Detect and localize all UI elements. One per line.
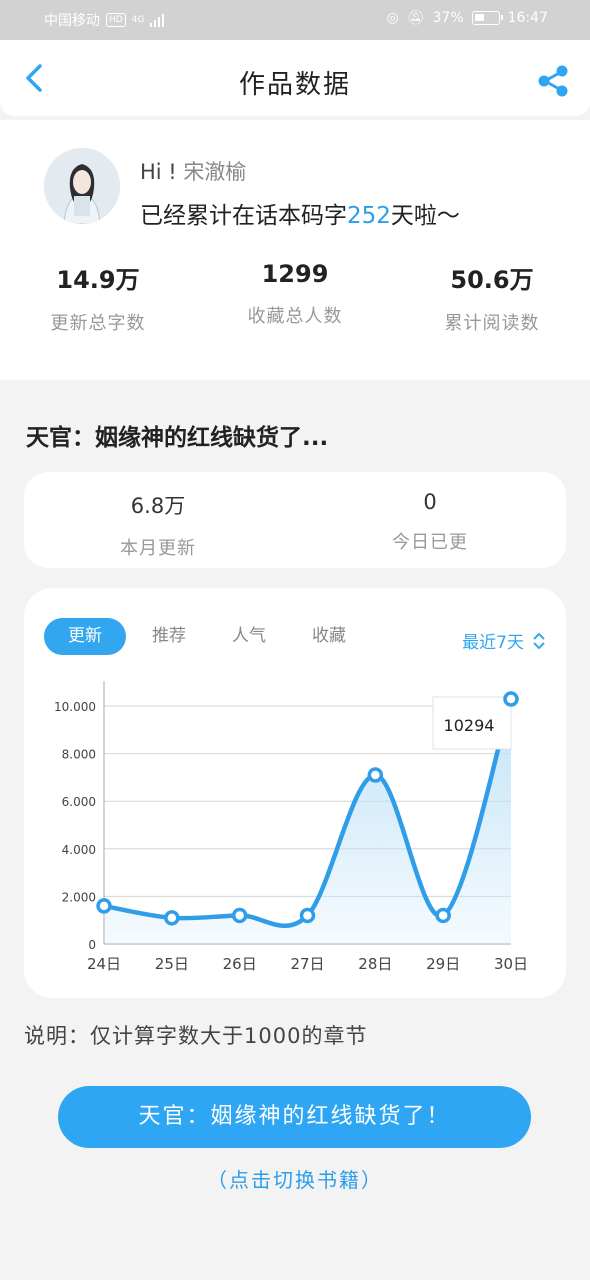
update-chart: 0 2.000 4.000 6.000 8.000 10.000 24日 25日 26日 27日 2… (54, 681, 528, 973)
today-update-value: 0 (423, 490, 437, 514)
share-icon[interactable] (536, 64, 570, 98)
avatar[interactable] (44, 148, 120, 224)
data-point (96, 898, 112, 914)
nfc-icon: ◎ (386, 10, 399, 26)
hd-badge: HD (106, 13, 126, 27)
mute-icon: 🔕︎ (406, 10, 425, 26)
stat-value: 50.6万 (450, 266, 534, 294)
data-point (164, 910, 180, 926)
stat-label: 收藏总人数 (247, 306, 343, 327)
monthly-update: 6.8万 本月更新 (58, 490, 258, 560)
data-point (435, 907, 451, 924)
monthly-update-label: 本月更新 (120, 538, 196, 559)
x-tick-label: 27日 (290, 955, 324, 973)
battery-icon (471, 11, 503, 25)
carrier-label: 中国移动 (44, 13, 100, 29)
stat-total-reads: 50.6万 累计阅读数 (412, 260, 572, 335)
stat-total-words: 14.9万 更新总字数 (18, 260, 178, 335)
y-tick-label: 4.000 (62, 843, 96, 857)
battery-percent: 37% (432, 10, 464, 26)
writing-days: 已经累计在话本码字252天啦～ (140, 196, 460, 230)
note-text: 说明：仅计算字数大于1000的章节 (24, 1024, 368, 1048)
today-update-label: 今日已更 (392, 532, 468, 553)
x-tick-label: 29日 (426, 955, 460, 973)
stat-value: 1299 (261, 260, 329, 288)
stat-value: 14.9万 (56, 266, 140, 294)
days-count: 252 (347, 203, 391, 229)
x-tick-label: 25日 (155, 955, 189, 973)
y-tick-label: 8.000 (62, 748, 96, 762)
data-point (503, 691, 519, 707)
data-point (299, 907, 316, 924)
stat-label: 累计阅读数 (444, 313, 540, 334)
network-type: 4G (131, 15, 145, 25)
y-tick-label: 0 (88, 938, 96, 952)
status-bar: 中国移动 HD 4G ◎ 🔕︎ 37% 16:47 (0, 0, 590, 40)
switch-book-hint[interactable]: （点击切换书籍） (0, 1164, 590, 1193)
y-tick-label: 2.000 (62, 890, 96, 904)
monthly-update-value: 6.8万 (130, 494, 186, 518)
greeting-text: Hi ! (140, 160, 177, 184)
x-tick-label: 24日 (87, 955, 121, 973)
data-point (367, 767, 384, 783)
switch-book-button[interactable]: 天官：姻缘神的红线缺货了！ (58, 1086, 531, 1148)
page-title: 作品数据 (238, 70, 351, 100)
signal-icon (150, 13, 165, 27)
stat-label: 更新总字数 (50, 313, 146, 334)
tooltip-value: 10294 (444, 716, 495, 735)
x-tick-label: 28日 (358, 955, 392, 973)
today-update: 0 今日已更 (330, 490, 530, 554)
y-tick-label: 6.000 (62, 795, 96, 809)
x-tick-label: 30日 (494, 955, 528, 973)
clock: 16:47 (507, 10, 548, 26)
data-point (231, 907, 248, 924)
nav-bar: 作品数据 (0, 40, 590, 116)
stat-total-favorites: 1299 收藏总人数 (215, 260, 375, 328)
profile-card: Hi ! 宋澈榆 已经累计在话本码字252天啦～ 14.9万 更新总字数 129… (0, 120, 590, 380)
user-name: 宋澈榆 (183, 160, 247, 184)
x-tick-label: 26日 (223, 955, 257, 973)
greeting: Hi ! 宋澈榆 (140, 156, 246, 186)
book-title: 天官：姻缘神的红线缺货了... (26, 425, 329, 451)
y-tick-label: 10.000 (54, 700, 96, 714)
days-suffix: 天啦～ (390, 203, 460, 229)
chart-card: 更新 推荐 人气 收藏 最近7天 0 2.000 4.000 6.000 8.000 10… (24, 588, 566, 998)
days-prefix: 已经累计在话本码字 (140, 203, 347, 229)
update-summary-card: 6.8万 本月更新 0 今日已更 (24, 472, 566, 568)
